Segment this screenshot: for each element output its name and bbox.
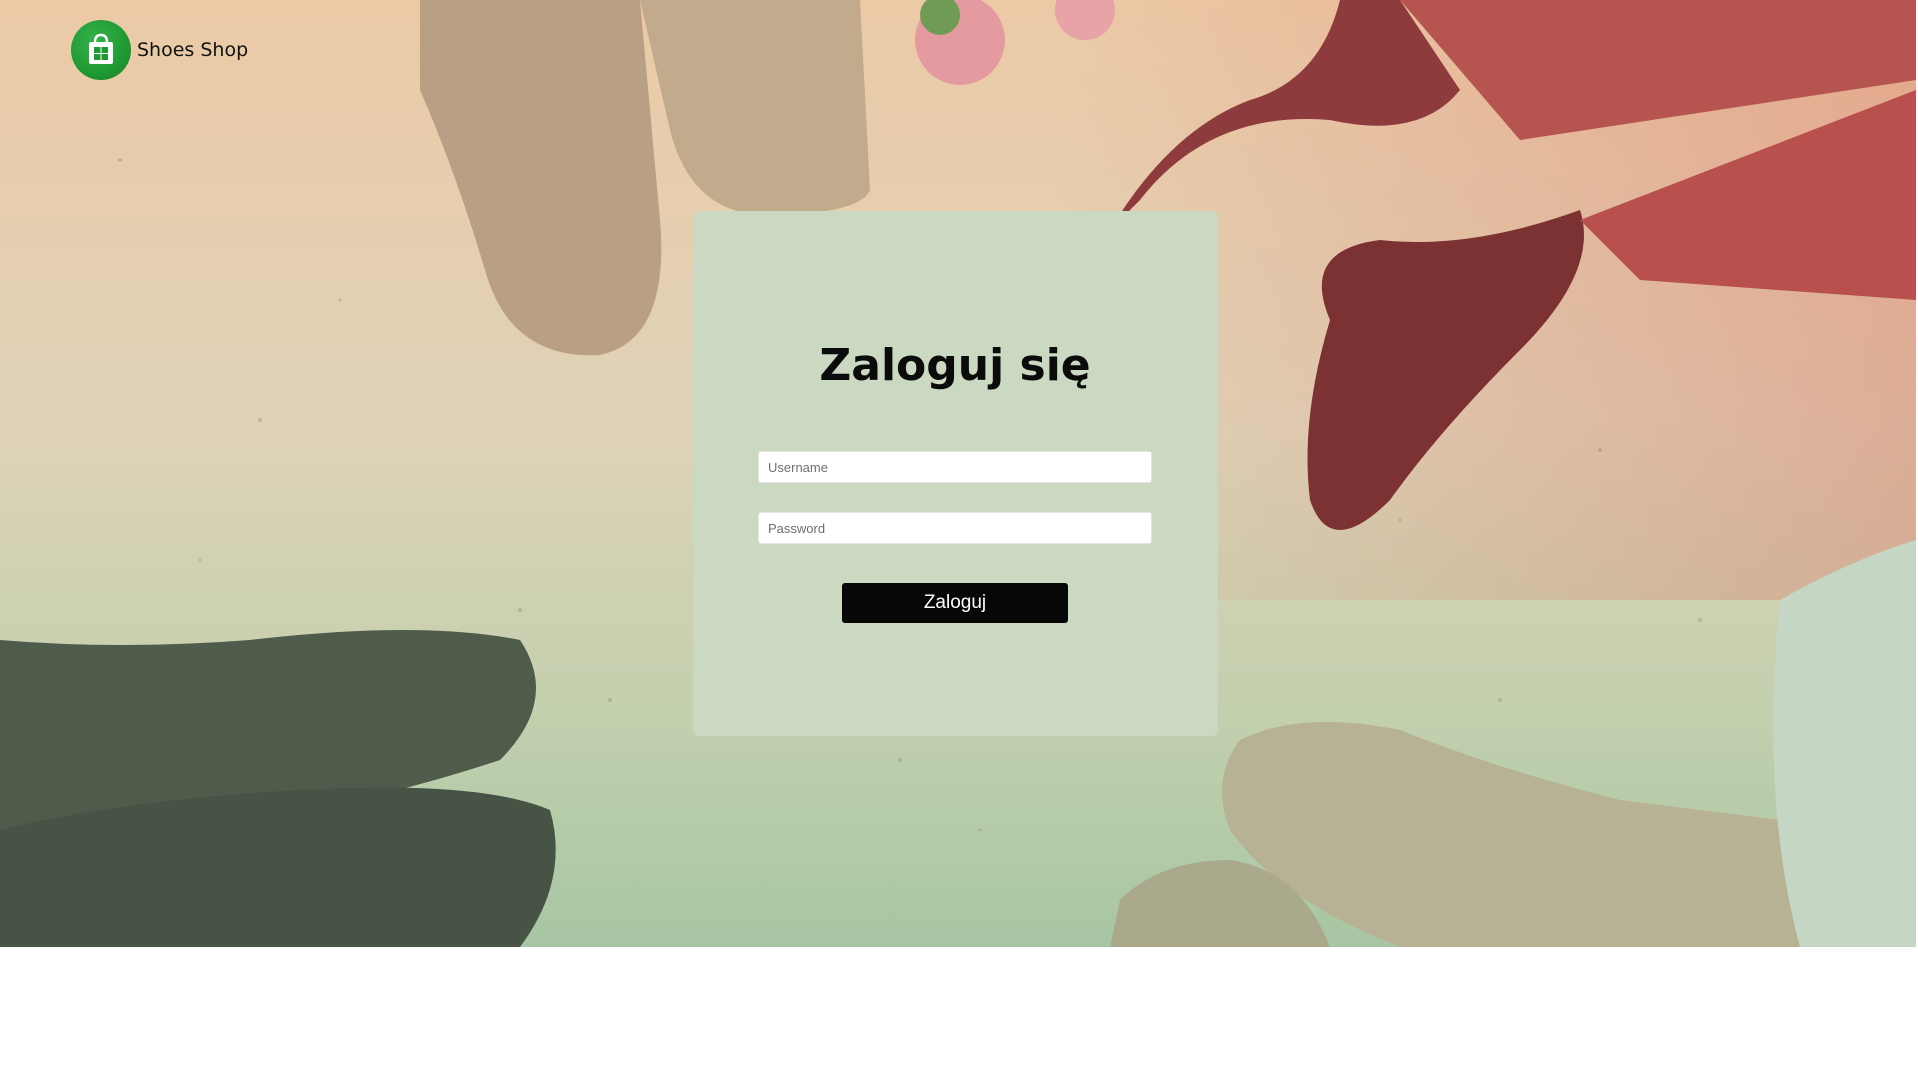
shopping-bag-icon: [71, 20, 131, 80]
login-button[interactable]: Zaloguj: [842, 583, 1068, 623]
login-title: Zaloguj się: [819, 340, 1091, 391]
password-input[interactable]: [758, 512, 1152, 544]
login-page: Shoes Shop Zaloguj się Zaloguj: [0, 0, 1918, 1085]
brand-name: Shoes Shop: [137, 39, 249, 61]
username-input[interactable]: [758, 451, 1152, 483]
brand-link[interactable]: Shoes Shop: [71, 20, 248, 80]
